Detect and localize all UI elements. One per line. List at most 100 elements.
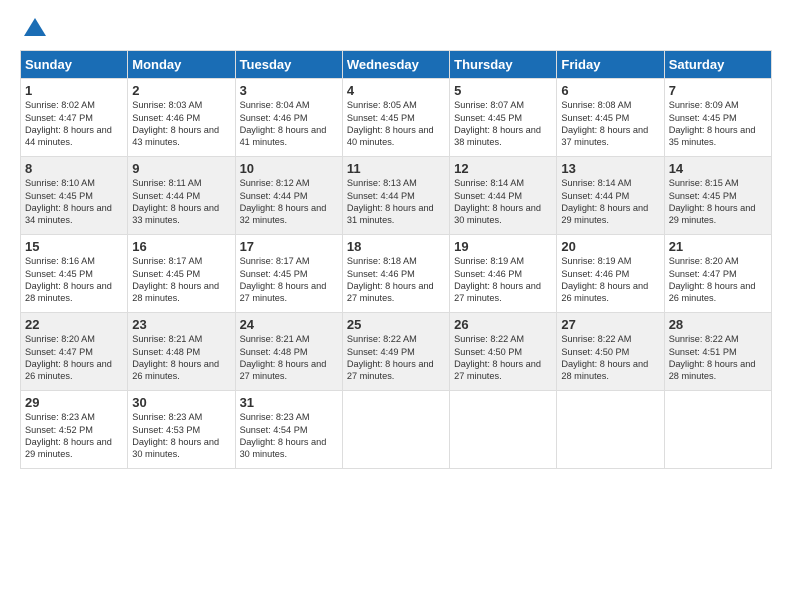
day-number: 2 [132,83,230,98]
day-number: 8 [25,161,123,176]
calendar-cell: 30Sunrise: 8:23 AMSunset: 4:53 PMDayligh… [128,391,235,469]
day-number: 22 [25,317,123,332]
day-number: 7 [669,83,767,98]
day-number: 27 [561,317,659,332]
cell-details: Sunrise: 8:10 AMSunset: 4:45 PMDaylight:… [25,177,123,227]
day-number: 16 [132,239,230,254]
calendar-cell: 22Sunrise: 8:20 AMSunset: 4:47 PMDayligh… [21,313,128,391]
day-number: 21 [669,239,767,254]
calendar-cell: 14Sunrise: 8:15 AMSunset: 4:45 PMDayligh… [664,157,771,235]
cell-details: Sunrise: 8:15 AMSunset: 4:45 PMDaylight:… [669,177,767,227]
calendar-cell [450,391,557,469]
calendar-cell: 7Sunrise: 8:09 AMSunset: 4:45 PMDaylight… [664,79,771,157]
day-number: 9 [132,161,230,176]
cell-details: Sunrise: 8:17 AMSunset: 4:45 PMDaylight:… [240,255,338,305]
calendar-cell: 3Sunrise: 8:04 AMSunset: 4:46 PMDaylight… [235,79,342,157]
calendar-cell: 11Sunrise: 8:13 AMSunset: 4:44 PMDayligh… [342,157,449,235]
day-number: 11 [347,161,445,176]
cell-details: Sunrise: 8:03 AMSunset: 4:46 PMDaylight:… [132,99,230,149]
cell-details: Sunrise: 8:23 AMSunset: 4:52 PMDaylight:… [25,411,123,461]
week-row-4: 22Sunrise: 8:20 AMSunset: 4:47 PMDayligh… [21,313,772,391]
logo [20,16,48,40]
cell-details: Sunrise: 8:09 AMSunset: 4:45 PMDaylight:… [669,99,767,149]
day-header-wednesday: Wednesday [342,51,449,79]
day-number: 15 [25,239,123,254]
cell-details: Sunrise: 8:18 AMSunset: 4:46 PMDaylight:… [347,255,445,305]
cell-details: Sunrise: 8:19 AMSunset: 4:46 PMDaylight:… [454,255,552,305]
cell-details: Sunrise: 8:05 AMSunset: 4:45 PMDaylight:… [347,99,445,149]
cell-details: Sunrise: 8:17 AMSunset: 4:45 PMDaylight:… [132,255,230,305]
calendar-cell: 12Sunrise: 8:14 AMSunset: 4:44 PMDayligh… [450,157,557,235]
day-number: 29 [25,395,123,410]
day-number: 18 [347,239,445,254]
header [20,16,772,40]
calendar-cell: 23Sunrise: 8:21 AMSunset: 4:48 PMDayligh… [128,313,235,391]
calendar-cell: 17Sunrise: 8:17 AMSunset: 4:45 PMDayligh… [235,235,342,313]
calendar-cell: 26Sunrise: 8:22 AMSunset: 4:50 PMDayligh… [450,313,557,391]
cell-details: Sunrise: 8:22 AMSunset: 4:50 PMDaylight:… [454,333,552,383]
day-number: 1 [25,83,123,98]
day-number: 20 [561,239,659,254]
week-row-1: 1Sunrise: 8:02 AMSunset: 4:47 PMDaylight… [21,79,772,157]
day-header-saturday: Saturday [664,51,771,79]
cell-details: Sunrise: 8:14 AMSunset: 4:44 PMDaylight:… [454,177,552,227]
cell-details: Sunrise: 8:22 AMSunset: 4:49 PMDaylight:… [347,333,445,383]
day-number: 14 [669,161,767,176]
cell-details: Sunrise: 8:08 AMSunset: 4:45 PMDaylight:… [561,99,659,149]
day-header-thursday: Thursday [450,51,557,79]
calendar-cell: 5Sunrise: 8:07 AMSunset: 4:45 PMDaylight… [450,79,557,157]
day-number: 17 [240,239,338,254]
cell-details: Sunrise: 8:11 AMSunset: 4:44 PMDaylight:… [132,177,230,227]
day-number: 31 [240,395,338,410]
cell-details: Sunrise: 8:20 AMSunset: 4:47 PMDaylight:… [669,255,767,305]
calendar-cell: 31Sunrise: 8:23 AMSunset: 4:54 PMDayligh… [235,391,342,469]
calendar-cell [557,391,664,469]
header-row: SundayMondayTuesdayWednesdayThursdayFrid… [21,51,772,79]
calendar-cell: 10Sunrise: 8:12 AMSunset: 4:44 PMDayligh… [235,157,342,235]
page: SundayMondayTuesdayWednesdayThursdayFrid… [0,0,792,479]
calendar-cell: 8Sunrise: 8:10 AMSunset: 4:45 PMDaylight… [21,157,128,235]
cell-details: Sunrise: 8:19 AMSunset: 4:46 PMDaylight:… [561,255,659,305]
cell-details: Sunrise: 8:22 AMSunset: 4:51 PMDaylight:… [669,333,767,383]
day-number: 10 [240,161,338,176]
day-header-monday: Monday [128,51,235,79]
day-header-tuesday: Tuesday [235,51,342,79]
cell-details: Sunrise: 8:21 AMSunset: 4:48 PMDaylight:… [240,333,338,383]
calendar-cell: 4Sunrise: 8:05 AMSunset: 4:45 PMDaylight… [342,79,449,157]
cell-details: Sunrise: 8:22 AMSunset: 4:50 PMDaylight:… [561,333,659,383]
day-number: 13 [561,161,659,176]
cell-details: Sunrise: 8:02 AMSunset: 4:47 PMDaylight:… [25,99,123,149]
day-header-friday: Friday [557,51,664,79]
calendar-cell: 24Sunrise: 8:21 AMSunset: 4:48 PMDayligh… [235,313,342,391]
calendar-cell: 2Sunrise: 8:03 AMSunset: 4:46 PMDaylight… [128,79,235,157]
calendar-cell [342,391,449,469]
day-number: 28 [669,317,767,332]
day-number: 23 [132,317,230,332]
cell-details: Sunrise: 8:16 AMSunset: 4:45 PMDaylight:… [25,255,123,305]
day-number: 5 [454,83,552,98]
day-header-sunday: Sunday [21,51,128,79]
logo-icon [22,16,48,42]
calendar-cell: 6Sunrise: 8:08 AMSunset: 4:45 PMDaylight… [557,79,664,157]
cell-details: Sunrise: 8:04 AMSunset: 4:46 PMDaylight:… [240,99,338,149]
week-row-2: 8Sunrise: 8:10 AMSunset: 4:45 PMDaylight… [21,157,772,235]
calendar-cell: 29Sunrise: 8:23 AMSunset: 4:52 PMDayligh… [21,391,128,469]
day-number: 6 [561,83,659,98]
calendar-cell: 9Sunrise: 8:11 AMSunset: 4:44 PMDaylight… [128,157,235,235]
calendar-cell: 20Sunrise: 8:19 AMSunset: 4:46 PMDayligh… [557,235,664,313]
calendar-cell: 21Sunrise: 8:20 AMSunset: 4:47 PMDayligh… [664,235,771,313]
calendar-cell: 28Sunrise: 8:22 AMSunset: 4:51 PMDayligh… [664,313,771,391]
week-row-5: 29Sunrise: 8:23 AMSunset: 4:52 PMDayligh… [21,391,772,469]
calendar-cell: 27Sunrise: 8:22 AMSunset: 4:50 PMDayligh… [557,313,664,391]
day-number: 3 [240,83,338,98]
calendar-cell [664,391,771,469]
logo-text [20,16,48,42]
calendar-cell: 1Sunrise: 8:02 AMSunset: 4:47 PMDaylight… [21,79,128,157]
day-number: 4 [347,83,445,98]
cell-details: Sunrise: 8:23 AMSunset: 4:53 PMDaylight:… [132,411,230,461]
cell-details: Sunrise: 8:20 AMSunset: 4:47 PMDaylight:… [25,333,123,383]
day-number: 12 [454,161,552,176]
calendar-cell: 25Sunrise: 8:22 AMSunset: 4:49 PMDayligh… [342,313,449,391]
day-number: 19 [454,239,552,254]
cell-details: Sunrise: 8:14 AMSunset: 4:44 PMDaylight:… [561,177,659,227]
